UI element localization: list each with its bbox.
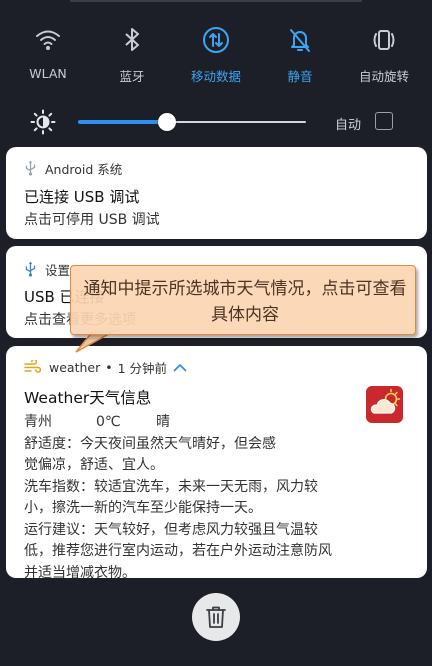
qs-wlan-label: WLAN: [29, 66, 67, 81]
brightness-slider-fill: [78, 120, 167, 124]
wifi-icon: [36, 30, 60, 50]
notification-app-row: weather • 1 分钟前: [24, 358, 195, 376]
notification-title: 已连接 USB 调试: [24, 188, 140, 206]
weather-detail-line: 小，擦洗一新的汽车至少能保持一天。: [24, 500, 262, 516]
qs-mobile-data-tile[interactable]: 移动数据: [173, 22, 259, 85]
qs-wlan-tile[interactable]: WLAN: [5, 22, 91, 81]
brightness-sun-icon: [30, 109, 56, 135]
auto-brightness-checkbox[interactable]: [375, 112, 393, 130]
annotation-callout-text: 通知中提示所选城市天气情况，点击可查看具体内容: [83, 279, 407, 325]
qs-bluetooth-tile[interactable]: 蓝牙: [89, 22, 175, 85]
weather-detail-line: 并适当增减衣物。: [24, 564, 136, 581]
notification-app-row: Android 系统: [24, 159, 122, 177]
weather-detail-line: 觉偏凉，舒适、宜人。: [24, 457, 164, 473]
brightness-slider-thumb[interactable]: [157, 113, 176, 131]
bluetooth-icon: [125, 28, 139, 51]
weather-title: Weather天气信息: [24, 389, 152, 407]
qs-auto-rotate-label: 自动旋转: [358, 69, 409, 84]
wind-icon: [24, 360, 41, 373]
auto-brightness-label: 自动: [335, 118, 362, 133]
weather-condition: 晴: [156, 414, 170, 430]
separator-dot: •: [105, 359, 113, 375]
weather-details: 青州 0℃ 晴 舒适度：今天夜间虽然天气晴好，但会感 觉偏凉，舒适、宜人。 洗车指数…: [24, 412, 374, 584]
qs-bluetooth-label: 蓝牙: [119, 69, 145, 84]
notification-card-usb-debug[interactable]: Android 系统 已连接 USB 调试 点击可停用 USB 调试: [6, 147, 427, 239]
weather-detail-line: 洗车指数：较适宜洗车，未来一天无雨，风力较: [24, 478, 318, 495]
weather-temp: 0℃: [96, 414, 121, 430]
status-divider: [70, 0, 362, 2]
notification-app-name: 设置: [45, 262, 71, 278]
qs-auto-rotate-tile[interactable]: 自动旋转: [341, 22, 427, 85]
chevron-up-icon[interactable]: [173, 363, 187, 372]
trash-icon: [206, 606, 226, 628]
notification-text: 点击可停用 USB 调试: [24, 212, 160, 228]
weather-time: 1 分钟前: [117, 360, 168, 376]
weather-detail-line: 运行建议：天气较好，但考虑风力较强且气温较: [24, 521, 318, 538]
weather-app-name: weather: [49, 359, 101, 375]
brightness-slider[interactable]: [78, 113, 306, 131]
weather-city: 青州: [24, 414, 52, 430]
usb-icon: [25, 160, 36, 176]
mobile-data-icon: [203, 27, 229, 53]
quick-settings: WLAN 蓝牙 移动数据 静音 自动旋转: [0, 22, 432, 92]
weather-detail-line: 低，推荐您进行室内运动，若在户外运动注意防风: [24, 543, 332, 559]
notification-app-name: Android 系统: [45, 161, 123, 177]
usb-icon: [25, 261, 36, 277]
qs-mute-tile[interactable]: 静音: [257, 22, 343, 85]
notification-app-row: 设置: [24, 260, 70, 278]
annotation-callout: 通知中提示所选城市天气情况，点击可查看具体内容: [70, 265, 416, 335]
qs-mobile-data-label: 移动数据: [190, 69, 241, 84]
weather-summary-line: 青州 0℃ 晴: [24, 412, 374, 434]
mute-icon: [290, 29, 310, 52]
notification-card-weather[interactable]: weather • 1 分钟前 Weather天气信息 青州 0℃ 晴 舒适度：今天…: [6, 346, 427, 581]
auto-rotate-icon: [373, 30, 395, 50]
weather-detail-line: 舒适度：今天夜间虽然天气晴好，但会感: [24, 435, 276, 452]
brightness-row: 自动: [0, 104, 432, 140]
clear-all-button[interactable]: [192, 593, 240, 641]
qs-mute-label: 静音: [287, 69, 313, 84]
